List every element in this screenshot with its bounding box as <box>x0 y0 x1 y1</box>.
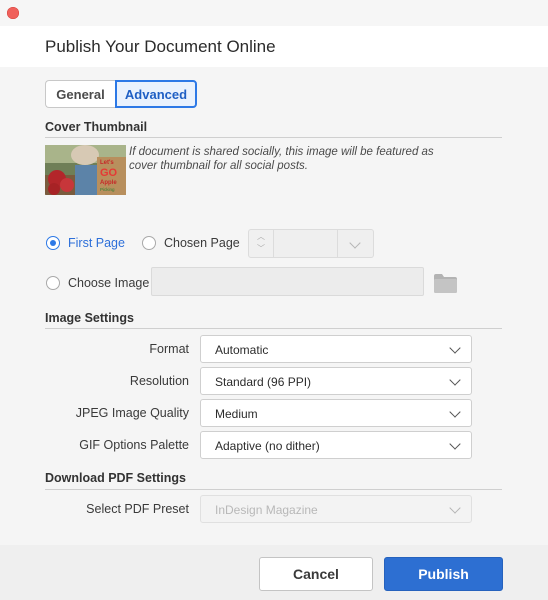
chosen-page-label[interactable]: Chosen Page <box>164 236 240 250</box>
format-label: Format <box>149 342 189 356</box>
divider <box>45 489 502 490</box>
thumb-text-lets: Let's <box>100 160 114 166</box>
thumb-text-picking: Picking <box>100 187 115 192</box>
jpeg-quality-dropdown[interactable]: Medium <box>200 399 472 427</box>
chosen-page-dropdown[interactable] <box>274 229 374 258</box>
cover-thumbnail-image: Let's GO Apple Picking <box>45 145 126 195</box>
thumb-text-apple: Apple <box>100 180 117 186</box>
chevron-down-icon <box>349 237 361 249</box>
chevron-down-icon <box>449 502 461 514</box>
resolution-label: Resolution <box>129 374 189 388</box>
pdf-preset-value: InDesign Magazine <box>215 503 318 517</box>
resolution-value: Standard (96 PPI) <box>215 375 312 389</box>
divider <box>45 328 502 329</box>
resolution-dropdown[interactable]: Standard (96 PPI) <box>200 367 472 395</box>
jpeg-quality-value: Medium <box>215 407 258 421</box>
stepper-up-icon[interactable]: ︿ <box>257 233 265 241</box>
page-stepper[interactable]: ︿ ﹀ <box>248 229 274 258</box>
cover-thumbnail-note: If document is shared socially, this ima… <box>129 146 434 172</box>
dialog-title: Publish Your Document Online <box>45 37 276 56</box>
cancel-button[interactable]: Cancel <box>259 557 373 591</box>
tab-general[interactable]: General <box>45 80 115 108</box>
image-settings-heading: Image Settings <box>45 311 134 325</box>
jpeg-quality-label: JPEG Image Quality <box>75 406 189 420</box>
image-path-field[interactable] <box>151 267 424 296</box>
window-titlebar <box>0 0 548 26</box>
divider <box>45 137 502 138</box>
format-value: Automatic <box>215 343 269 357</box>
thumb-text-go: GO <box>100 167 118 179</box>
divider <box>337 230 338 257</box>
format-dropdown[interactable]: Automatic <box>200 335 472 363</box>
pdf-preset-label: Select PDF Preset <box>86 502 189 516</box>
chosen-page-radio[interactable] <box>142 236 156 250</box>
chevron-down-icon <box>449 406 461 418</box>
chevron-down-icon <box>449 438 461 450</box>
choose-image-radio[interactable] <box>46 276 60 290</box>
close-window-button[interactable] <box>7 7 19 19</box>
choose-image-label[interactable]: Choose Image <box>68 276 149 290</box>
publish-button[interactable]: Publish <box>384 557 503 591</box>
dialog-header: Publish Your Document Online <box>0 26 548 68</box>
gif-palette-dropdown[interactable]: Adaptive (no dither) <box>200 431 472 459</box>
gif-palette-label: GIF Options Palette <box>79 438 189 452</box>
chevron-down-icon <box>449 374 461 386</box>
stepper-down-icon[interactable]: ﹀ <box>257 245 265 253</box>
download-pdf-heading: Download PDF Settings <box>45 471 186 485</box>
cover-thumbnail-heading: Cover Thumbnail <box>45 120 148 134</box>
tab-bar: General Advanced <box>45 80 197 108</box>
first-page-label[interactable]: First Page <box>68 236 125 250</box>
chevron-down-icon <box>449 342 461 354</box>
gif-palette-value: Adaptive (no dither) <box>215 439 320 453</box>
folder-icon[interactable] <box>434 274 457 293</box>
pdf-preset-dropdown[interactable]: InDesign Magazine <box>200 495 472 523</box>
first-page-radio[interactable] <box>46 236 60 250</box>
tab-advanced[interactable]: Advanced <box>115 80 197 108</box>
